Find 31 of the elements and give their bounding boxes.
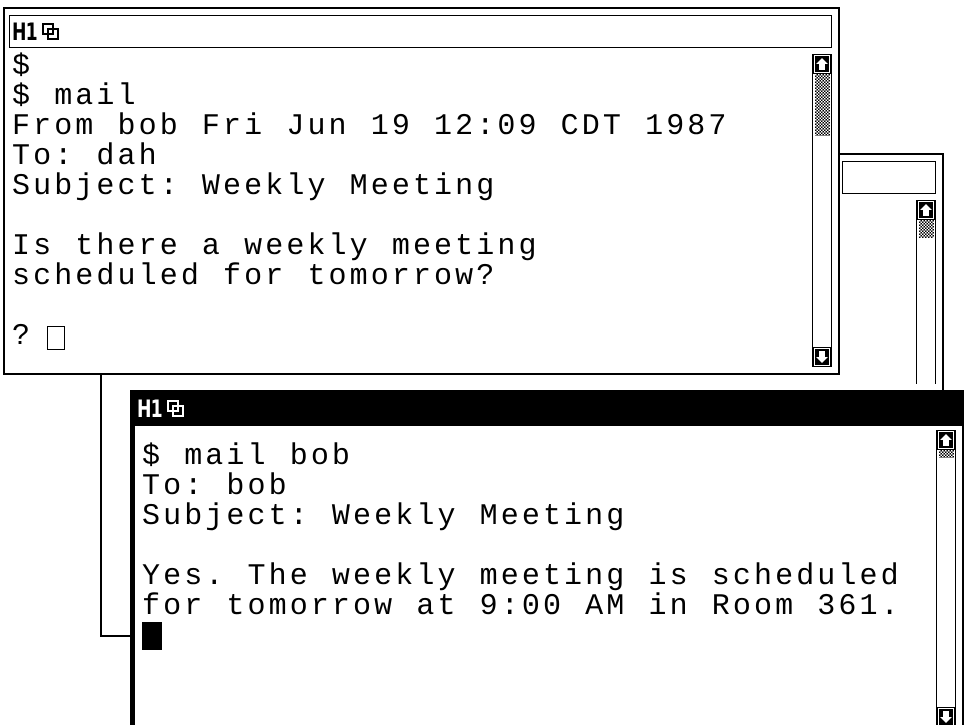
scroll-up-arrow[interactable] <box>917 200 935 220</box>
terminal-line: Subject: Weekly Meeting <box>142 502 628 532</box>
overlap-icon[interactable] <box>42 22 60 40</box>
scroll-thumb[interactable] <box>814 74 830 136</box>
overlap-icon[interactable] <box>167 400 185 418</box>
scrollbar[interactable] <box>936 430 956 725</box>
title-bar[interactable] <box>842 161 936 194</box>
scroll-down-arrow[interactable] <box>813 347 831 367</box>
terminal-line: To: bob <box>142 472 290 502</box>
terminal-line: Is there a weekly meeting <box>12 232 541 262</box>
scrollbar[interactable] <box>916 200 936 384</box>
window-title: H1 <box>12 18 34 46</box>
terminal-line: $ mail <box>12 82 139 112</box>
terminal-line: To: dah <box>12 142 160 172</box>
terminal-line: $ mail bob <box>142 442 354 472</box>
terminal-line: From bob Fri Jun 19 12:09 CDT 1987 <box>12 112 730 142</box>
terminal-line: $ <box>12 52 34 82</box>
title-bar[interactable]: H1 <box>9 15 832 48</box>
terminal-line: scheduled for tomorrow? <box>12 262 498 292</box>
prompt: ? <box>12 322 34 352</box>
scroll-thumb[interactable] <box>938 450 954 458</box>
scroll-thumb[interactable] <box>918 220 934 238</box>
title-bar[interactable]: H1 <box>135 392 962 426</box>
terminal-line: for tomorrow at 9:00 AM in Room 361. <box>142 592 903 622</box>
scroll-down-arrow[interactable] <box>937 707 955 725</box>
scroll-up-arrow[interactable] <box>937 430 955 450</box>
scrollbar[interactable] <box>812 54 832 367</box>
scroll-up-arrow[interactable] <box>813 54 831 74</box>
terminal-line: Subject: Weekly Meeting <box>12 172 498 202</box>
window-title: H1 <box>137 395 160 423</box>
terminal-line: Yes. The weekly meeting is scheduled <box>142 562 903 592</box>
